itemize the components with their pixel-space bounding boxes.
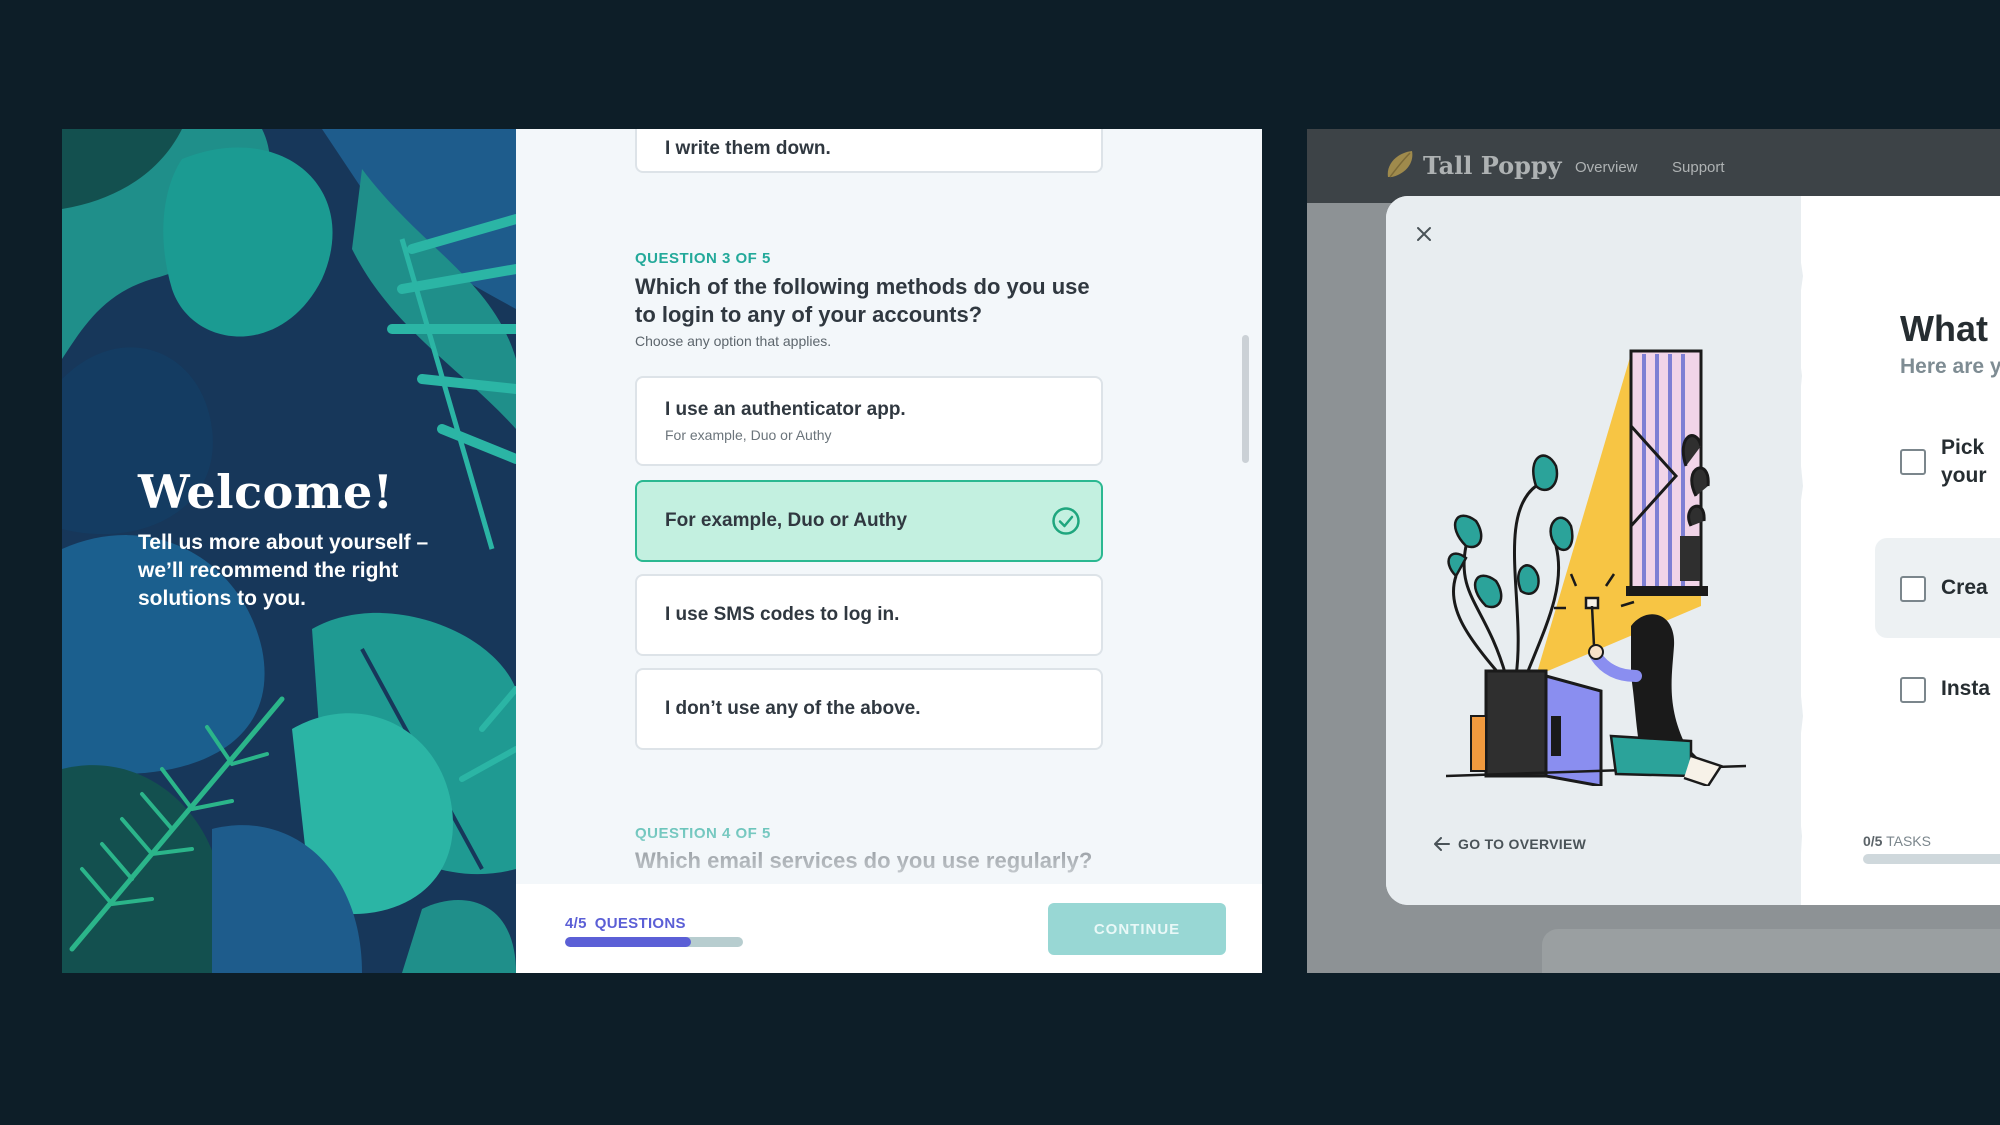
task-checkbox[interactable] xyxy=(1900,449,1926,475)
modal-title: What xyxy=(1900,308,1988,349)
torn-paper-edge xyxy=(1791,196,1803,905)
poppy-logo-icon[interactable] xyxy=(1384,147,1418,181)
go-to-overview-label: GO TO OVERVIEW xyxy=(1458,836,1587,852)
task-label: Insta xyxy=(1941,677,1991,700)
progress-bar-fill xyxy=(565,937,692,947)
progress-word: QUESTIONS xyxy=(594,915,686,932)
question-4-title: Which email services do you use regularl… xyxy=(635,848,1093,873)
progress-bar xyxy=(565,937,743,947)
brand-name[interactable]: Tall Poppy xyxy=(1423,151,1562,180)
welcome-title: Welcome! xyxy=(138,465,394,519)
option-authenticator-app[interactable]: I use an authenticator app. For example,… xyxy=(635,376,1103,466)
continue-button[interactable]: CONTINUE xyxy=(1048,903,1226,955)
go-to-overview-link[interactable]: GO TO OVERVIEW xyxy=(1434,836,1586,852)
task-label: Crea xyxy=(1941,576,1988,599)
option-none-of-above[interactable]: I don’t use any of the above. xyxy=(635,668,1103,750)
modal-subtitle: Here are y passwor xyxy=(1900,355,2000,378)
survey-panel: I write them down. QUESTION 3 OF 5 Which… xyxy=(516,129,1262,973)
close-icon[interactable] xyxy=(1416,226,1432,242)
arrow-left-icon xyxy=(1434,837,1450,851)
survey-screen: Welcome! Tell us more about yourself – w… xyxy=(62,129,1262,973)
option-label: For example, Duo or Authy xyxy=(665,510,908,531)
question-4-kicker: QUESTION 4 OF 5 xyxy=(635,825,771,842)
progress-label: 4/5 QUESTIONS xyxy=(565,915,686,932)
option-sms-codes[interactable]: I use SMS codes to log in. xyxy=(635,574,1103,656)
task-checkbox[interactable] xyxy=(1900,576,1926,602)
nav-support[interactable]: Support xyxy=(1672,159,1725,176)
tasks-count: 0/5 xyxy=(1863,833,1883,849)
scrollbar-thumb[interactable] xyxy=(1242,335,1249,463)
jungle-illustration-panel: Welcome! Tell us more about yourself – w… xyxy=(62,129,516,973)
tall-poppy-screen: Tall Poppy Overview Support GO TO OVERVI… xyxy=(1307,129,2000,973)
background-card xyxy=(1542,929,2000,973)
task-item-3[interactable]: Insta xyxy=(1875,639,2000,739)
tasks-progress-bar xyxy=(1863,854,2000,864)
safe-key-illustration xyxy=(1446,349,1746,786)
task-label: Pick your xyxy=(1941,436,1987,487)
task-item-1[interactable]: Pick your xyxy=(1875,424,2000,524)
option-hint: For example, Duo or Authy xyxy=(665,427,832,443)
task-checkbox[interactable] xyxy=(1900,677,1926,703)
question-3-title: Which of the following methods do you us… xyxy=(635,274,1090,327)
question-3-help: Choose any option that applies. xyxy=(635,333,832,349)
nav-overview[interactable]: Overview xyxy=(1575,159,1638,176)
task-item-2[interactable]: Crea xyxy=(1875,538,2000,638)
tasks-word: TASKS xyxy=(1886,833,1931,849)
survey-scroll-area[interactable]: I write them down. QUESTION 3 OF 5 Which… xyxy=(516,129,1262,884)
option-label: I use SMS codes to log in. xyxy=(665,604,900,625)
check-circle-icon xyxy=(1052,507,1080,535)
option-label: I use an authenticator app. xyxy=(665,399,906,420)
option-label: I don’t use any of the above. xyxy=(665,698,921,719)
option-duo-authy[interactable]: For example, Duo or Authy xyxy=(635,480,1103,562)
top-nav-bar: Tall Poppy Overview Support xyxy=(1307,129,2000,203)
option-label: I write them down. xyxy=(665,138,831,159)
welcome-block: Welcome! Tell us more about yourself – w… xyxy=(138,465,478,613)
tasks-progress-label: 0/5 TASKS xyxy=(1863,833,1931,849)
question-3-kicker: QUESTION 3 OF 5 xyxy=(635,250,771,267)
welcome-subtitle: Tell us more about yourself – we’ll reco… xyxy=(138,531,429,610)
option-write-them-down[interactable]: I write them down. xyxy=(635,129,1103,173)
survey-footer: 4/5 QUESTIONS CONTINUE xyxy=(516,884,1262,973)
task-modal: GO TO OVERVIEW What Here are y passwor P… xyxy=(1386,196,2000,905)
progress-count: 4/5 xyxy=(565,915,587,932)
